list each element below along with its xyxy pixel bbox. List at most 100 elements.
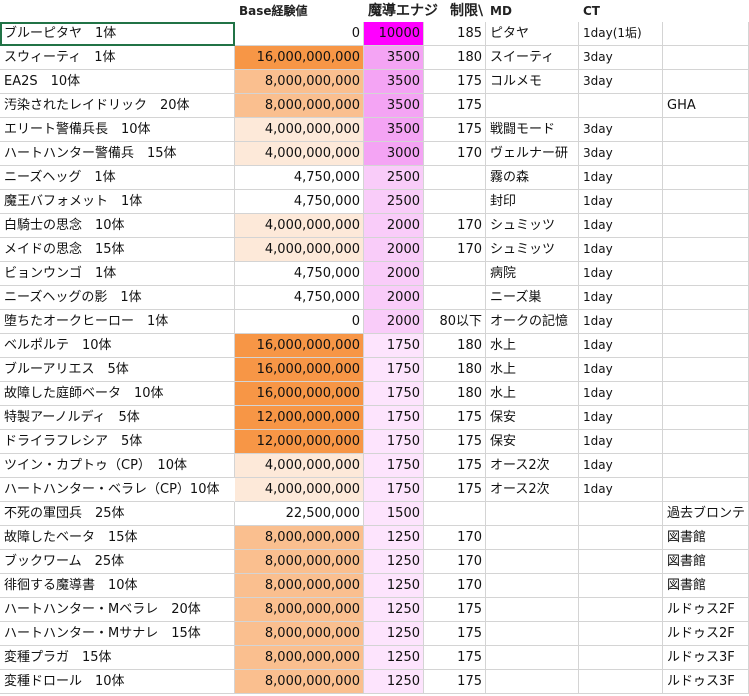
header-limit[interactable]: 制限\ [446, 0, 486, 22]
ct-cell[interactable] [579, 526, 663, 550]
monster-name-cell[interactable]: ブルーピタヤ 1体 [0, 22, 235, 46]
level-limit-cell[interactable]: 175 [424, 454, 486, 478]
monster-name-cell[interactable]: ハートハンター警備兵 15体 [0, 142, 235, 166]
md-cell[interactable] [486, 670, 579, 694]
level-limit-cell[interactable]: 180 [424, 358, 486, 382]
ct-cell[interactable]: 1day [579, 262, 663, 286]
magic-energy-cell[interactable]: 2000 [364, 310, 424, 334]
location-cell[interactable] [663, 310, 749, 334]
md-cell[interactable]: スイーティ [486, 46, 579, 70]
ct-cell[interactable]: 1day [579, 406, 663, 430]
base-exp-cell[interactable]: 8,000,000,000 [235, 622, 364, 646]
level-limit-cell[interactable]: 175 [424, 118, 486, 142]
magic-energy-cell[interactable]: 3500 [364, 118, 424, 142]
location-cell[interactable] [663, 190, 749, 214]
base-exp-cell[interactable]: 4,000,000,000 [235, 478, 364, 502]
base-exp-cell[interactable]: 8,000,000,000 [235, 550, 364, 574]
md-cell[interactable]: ヴェルナー研 [486, 142, 579, 166]
location-cell[interactable]: ルドゥス2F [663, 598, 749, 622]
monster-name-cell[interactable]: ベルポルテ 10体 [0, 334, 235, 358]
ct-cell[interactable]: 1day [579, 238, 663, 262]
level-limit-cell[interactable]: 175 [424, 406, 486, 430]
level-limit-cell[interactable]: 170 [424, 550, 486, 574]
ct-cell[interactable]: 1day [579, 454, 663, 478]
md-cell[interactable]: 水上 [486, 382, 579, 406]
md-cell[interactable]: オース2次 [486, 454, 579, 478]
level-limit-cell[interactable]: 175 [424, 430, 486, 454]
ct-cell[interactable] [579, 670, 663, 694]
magic-energy-cell[interactable]: 10000 [364, 22, 424, 46]
level-limit-cell[interactable]: 175 [424, 670, 486, 694]
monster-name-cell[interactable]: 変種プラガ 15体 [0, 646, 235, 670]
ct-cell[interactable] [579, 502, 663, 526]
location-cell[interactable] [663, 454, 749, 478]
md-cell[interactable] [486, 502, 579, 526]
header-magic-energy[interactable]: 魔導エナジ [364, 0, 446, 22]
monster-name-cell[interactable]: ドライラフレシア 5体 [0, 430, 235, 454]
md-cell[interactable]: 保安 [486, 406, 579, 430]
magic-energy-cell[interactable]: 3000 [364, 142, 424, 166]
monster-name-cell[interactable]: ハートハンター・ベラレ（CP）10体 [0, 478, 235, 502]
ct-cell[interactable]: 1day [579, 478, 663, 502]
md-cell[interactable]: 戦闘モード [486, 118, 579, 142]
location-cell[interactable] [663, 214, 749, 238]
base-exp-cell[interactable]: 16,000,000,000 [235, 46, 364, 70]
monster-name-cell[interactable]: 特製アーノルディ 5体 [0, 406, 235, 430]
level-limit-cell[interactable]: 170 [424, 142, 486, 166]
monster-name-cell[interactable]: スウィーティ 1体 [0, 46, 235, 70]
monster-name-cell[interactable]: 白騎士の思念 10体 [0, 214, 235, 238]
level-limit-cell[interactable] [424, 190, 486, 214]
location-cell[interactable] [663, 46, 749, 70]
base-exp-cell[interactable]: 4,000,000,000 [235, 118, 364, 142]
location-cell[interactable]: 図書館 [663, 574, 749, 598]
level-limit-cell[interactable]: 180 [424, 334, 486, 358]
ct-cell[interactable]: 1day [579, 166, 663, 190]
monster-name-cell[interactable]: 汚染されたレイドリック 20体 [0, 94, 235, 118]
location-cell[interactable] [663, 142, 749, 166]
level-limit-cell[interactable] [424, 166, 486, 190]
md-cell[interactable]: 保安 [486, 430, 579, 454]
monster-name-cell[interactable]: ブックワーム 25体 [0, 550, 235, 574]
magic-energy-cell[interactable]: 3500 [364, 70, 424, 94]
base-exp-cell[interactable]: 8,000,000,000 [235, 526, 364, 550]
md-cell[interactable]: コルメモ [486, 70, 579, 94]
monster-name-cell[interactable]: 故障したベータ 15体 [0, 526, 235, 550]
base-exp-cell[interactable]: 8,000,000,000 [235, 574, 364, 598]
location-cell[interactable]: ルドゥス2F [663, 622, 749, 646]
level-limit-cell[interactable]: 175 [424, 622, 486, 646]
base-exp-cell[interactable]: 4,750,000 [235, 190, 364, 214]
base-exp-cell[interactable]: 0 [235, 22, 364, 46]
ct-cell[interactable]: 1day [579, 382, 663, 406]
base-exp-cell[interactable]: 16,000,000,000 [235, 382, 364, 406]
base-exp-cell[interactable]: 22,500,000 [235, 502, 364, 526]
magic-energy-cell[interactable]: 1250 [364, 550, 424, 574]
monster-name-cell[interactable]: 徘徊する魔導書 10体 [0, 574, 235, 598]
monster-name-cell[interactable]: ビョンウンゴ 1体 [0, 262, 235, 286]
md-cell[interactable]: シュミッツ [486, 238, 579, 262]
location-cell[interactable]: GHA [663, 94, 749, 118]
base-exp-cell[interactable]: 8,000,000,000 [235, 646, 364, 670]
location-cell[interactable] [663, 478, 749, 502]
location-cell[interactable]: ルドゥス3F [663, 670, 749, 694]
md-cell[interactable] [486, 574, 579, 598]
monster-name-cell[interactable]: メイドの思念 15体 [0, 238, 235, 262]
md-cell[interactable]: 水上 [486, 334, 579, 358]
monster-name-cell[interactable]: 堕ちたオークヒーロー 1体 [0, 310, 235, 334]
md-cell[interactable] [486, 94, 579, 118]
base-exp-cell[interactable]: 8,000,000,000 [235, 670, 364, 694]
md-cell[interactable] [486, 622, 579, 646]
base-exp-cell[interactable]: 16,000,000,000 [235, 334, 364, 358]
magic-energy-cell[interactable]: 1750 [364, 334, 424, 358]
base-exp-cell[interactable]: 8,000,000,000 [235, 94, 364, 118]
location-cell[interactable]: 過去ブロンテ [663, 502, 749, 526]
ct-cell[interactable]: 1day [579, 334, 663, 358]
monster-name-cell[interactable]: ニーズヘッグの影 1体 [0, 286, 235, 310]
location-cell[interactable]: ルドゥス3F [663, 646, 749, 670]
base-exp-cell[interactable]: 4,000,000,000 [235, 454, 364, 478]
magic-energy-cell[interactable]: 2500 [364, 166, 424, 190]
location-cell[interactable] [663, 406, 749, 430]
location-cell[interactable] [663, 286, 749, 310]
md-cell[interactable]: 病院 [486, 262, 579, 286]
ct-cell[interactable]: 3day [579, 118, 663, 142]
location-cell[interactable] [663, 358, 749, 382]
